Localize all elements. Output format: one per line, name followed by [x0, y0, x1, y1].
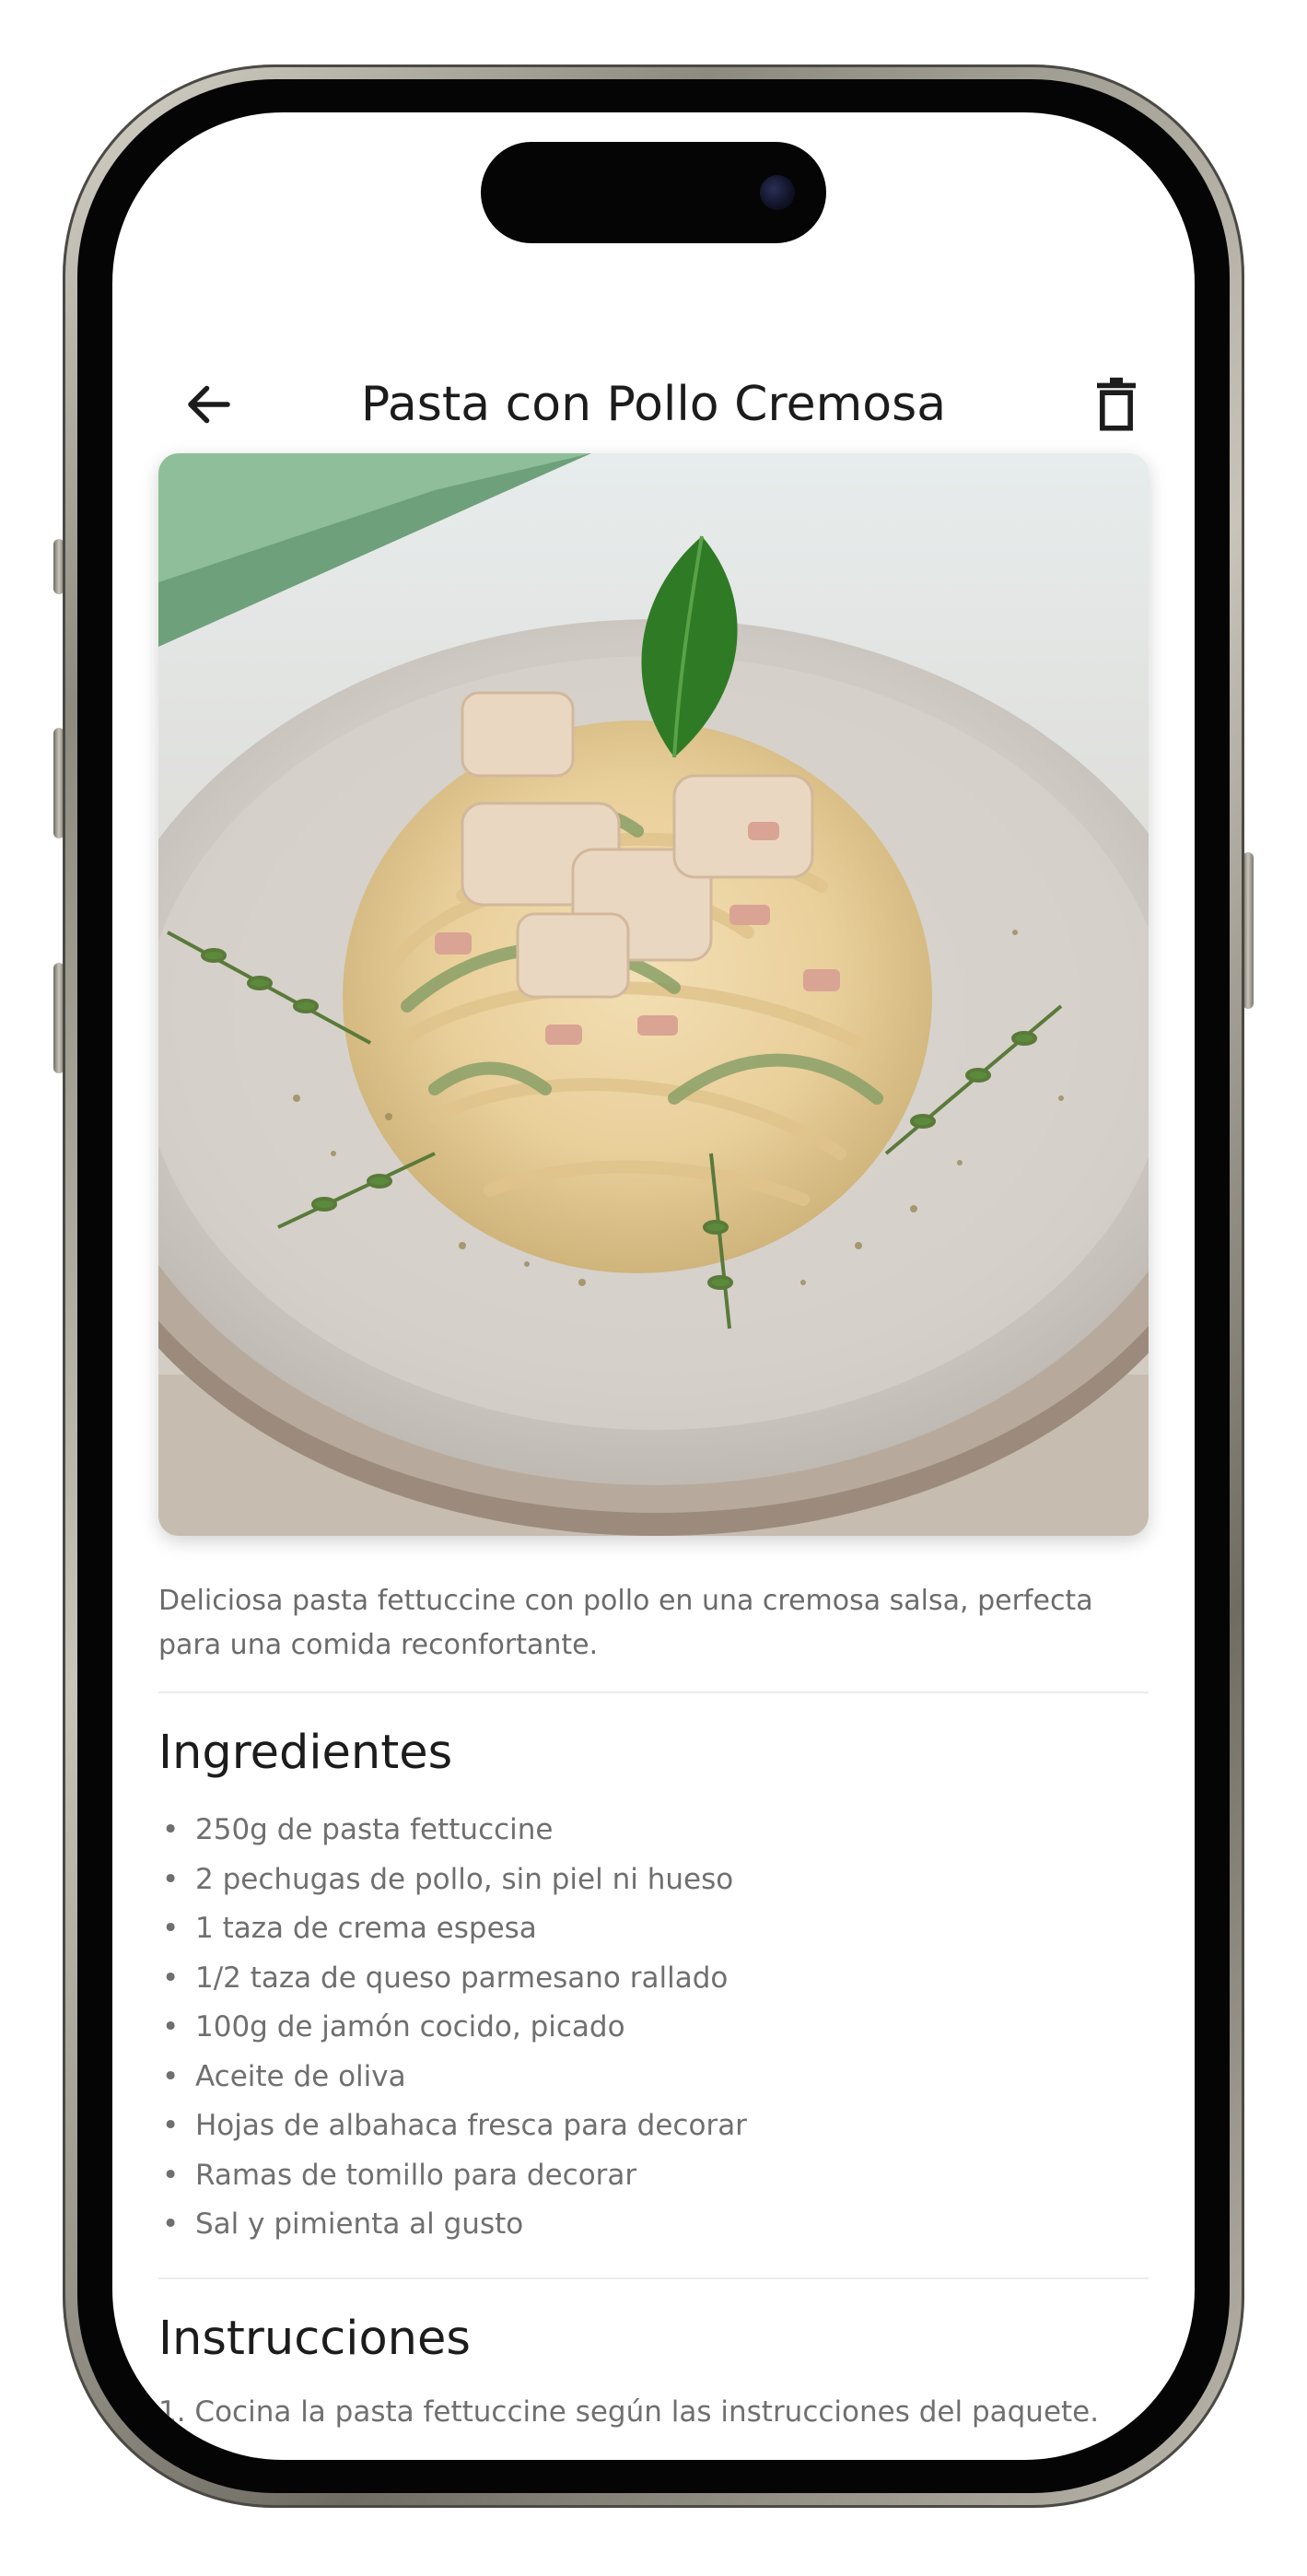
recipe-content: Deliciosa pasta fettuccine con pollo en …: [158, 1579, 1149, 2437]
camera-icon: [760, 175, 795, 210]
ingredient-item: • 1 taza de crema espesa: [158, 1904, 1149, 1954]
recipe-description: Deliciosa pasta fettuccine con pollo en …: [158, 1585, 1093, 1661]
ingredient-item: • Aceite de oliva: [158, 2053, 1149, 2102]
ingredient-text: 2 pechugas de pollo, sin piel ni hueso: [195, 1862, 734, 1896]
bullet-icon: •: [162, 2158, 180, 2192]
ingredient-text: Hojas de albahaca fresca para decorar: [195, 2109, 747, 2142]
back-button[interactable]: [158, 354, 260, 455]
ingredient-item: • 2 pechugas de pollo, sin piel ni hueso: [158, 1856, 1149, 1905]
device-mockup: Pasta con Pollo Cremosa Deliciosa pasta …: [0, 0, 1307, 2576]
ingredient-item: • Hojas de albahaca fresca para decorar: [158, 2102, 1149, 2151]
app-screen: Pasta con Pollo Cremosa Deliciosa pasta …: [112, 112, 1195, 2460]
bullet-icon: •: [162, 1862, 180, 1896]
dynamic-island: [481, 142, 826, 243]
page-title: Pasta con Pollo Cremosa: [360, 377, 947, 432]
instructions-title: Instrucciones: [158, 2311, 471, 2366]
bullet-icon: •: [162, 2010, 180, 2043]
ingredients-list: • 250g de pasta fettuccine • 2 pechugas de …: [158, 1806, 1149, 2250]
ingredient-item: • 1/2 taza de queso parmesano rallado: [158, 1954, 1149, 2004]
bullet-icon: •: [162, 1961, 180, 1995]
trash-icon: [1097, 377, 1136, 431]
ingredient-text: Aceite de oliva: [195, 2059, 406, 2093]
ingredient-text: 1/2 taza de queso parmesano rallado: [195, 1961, 729, 1995]
ingredient-item: • 250g de pasta fettuccine: [158, 1806, 1149, 1856]
ingredient-text: Sal y pimienta al gusto: [195, 2207, 524, 2241]
ingredient-text: Ramas de tomillo para decorar: [195, 2158, 637, 2192]
instructions-list: 1. Cocina la pasta fettuccine según las …: [158, 2388, 1149, 2438]
bullet-icon: •: [162, 2059, 180, 2093]
pasta-dish-image: [158, 453, 1149, 1536]
bullet-icon: •: [162, 2207, 180, 2241]
ingredients-title: Ingredientes: [158, 1726, 453, 1780]
divider: [158, 1692, 1149, 1693]
delete-button[interactable]: [1066, 354, 1167, 455]
app-header: Pasta con Pollo Cremosa: [112, 354, 1195, 455]
instruction-step: 1. Cocina la pasta fettuccine según las …: [158, 2395, 1100, 2429]
bullet-icon: •: [162, 1813, 180, 1846]
divider: [158, 2277, 1149, 2279]
ingredient-text: 1 taza de crema espesa: [195, 1912, 537, 1945]
bullet-icon: •: [162, 2109, 180, 2142]
ingredient-text: 250g de pasta fettuccine: [195, 1813, 554, 1846]
ingredient-item: • Sal y pimienta al gusto: [158, 2200, 1149, 2250]
bullet-icon: •: [162, 1912, 180, 1945]
recipe-photo: [158, 453, 1149, 1536]
ingredient-item: • Ramas de tomillo para decorar: [158, 2151, 1149, 2201]
arrow-left-icon: [188, 385, 230, 424]
ingredient-text: 100g de jamón cocido, picado: [195, 2010, 625, 2043]
ingredient-item: • 100g de jamón cocido, picado: [158, 2003, 1149, 2053]
